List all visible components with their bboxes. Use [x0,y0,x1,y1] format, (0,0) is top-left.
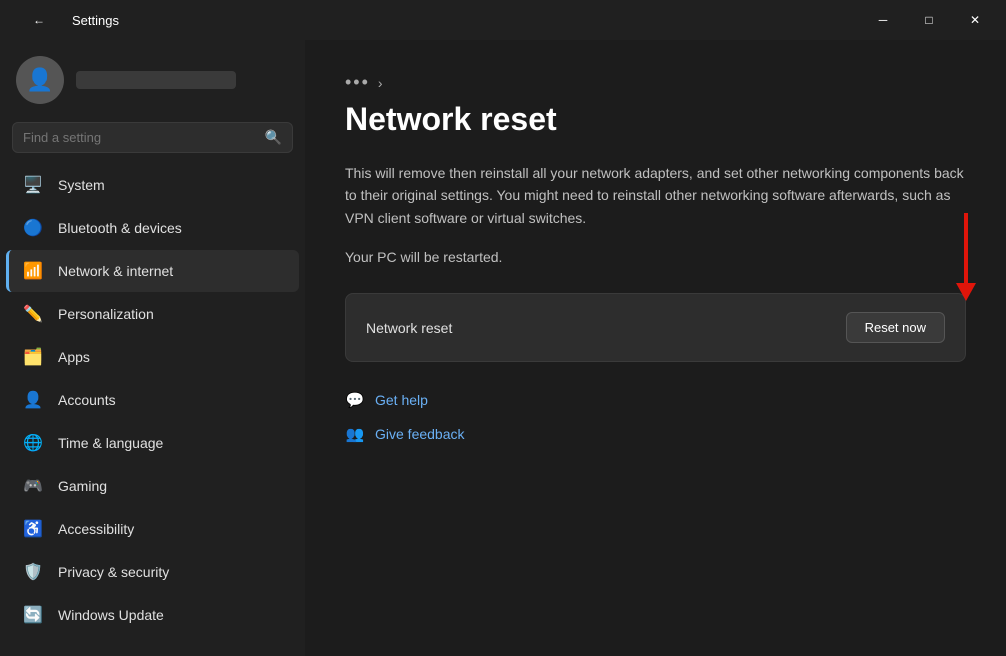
sidebar-item-gaming[interactable]: 🎮 Gaming [6,465,299,507]
give-feedback-label: Give feedback [375,426,465,442]
give-feedback-icon: 👥 [345,424,365,444]
network-icon: 📶 [22,260,44,282]
minimize-button[interactable]: ─ [860,4,906,36]
update-icon: 🔄 [22,604,44,626]
sidebar-item-privacy[interactable]: 🛡️ Privacy & security [6,551,299,593]
profile-area: 👤 [0,40,305,116]
system-icon: 🖥️ [22,174,44,196]
app-title: Settings [72,13,119,28]
breadcrumb: ••• › [345,72,966,93]
sidebar-nav: 🖥️ System 🔵 Bluetooth & devices 📶 Network & i… [0,163,305,637]
back-button[interactable]: ← [16,4,62,36]
arrow-line [964,213,968,283]
profile-name-redacted [76,71,236,89]
close-button[interactable]: ✕ [952,4,998,36]
restart-notice: Your PC will be restarted. [345,249,966,265]
personalization-icon: ✏️ [22,303,44,325]
sidebar-label-personalization: Personalization [58,306,154,322]
content-area: ••• › Network reset This will remove the… [305,40,1006,656]
sidebar-label-network: Network & internet [58,263,173,279]
breadcrumb-arrow: › [378,75,383,91]
sidebar-label-system: System [58,177,105,193]
sidebar-label-gaming: Gaming [58,478,107,494]
reset-card-label: Network reset [366,320,452,336]
avatar: 👤 [16,56,64,104]
sidebar-item-accounts[interactable]: 👤 Accounts [6,379,299,421]
time-icon: 🌐 [22,432,44,454]
sidebar: 👤 🔍 🖥️ System 🔵 Bluetooth & devices 📶 Network… [0,40,305,656]
page-title: Network reset [345,101,966,138]
sidebar-label-bluetooth: Bluetooth & devices [58,220,182,236]
maximize-button[interactable]: □ [906,4,952,36]
accounts-icon: 👤 [22,389,44,411]
breadcrumb-dots: ••• [345,72,370,93]
sidebar-label-privacy: Privacy & security [58,564,169,580]
reset-now-button[interactable]: Reset now [846,312,945,343]
sidebar-item-update[interactable]: 🔄 Windows Update [6,594,299,636]
get-help-icon: 💬 [345,390,365,410]
reset-section: Network reset Reset now [345,293,966,362]
sidebar-label-update: Windows Update [58,607,164,623]
sidebar-item-time[interactable]: 🌐 Time & language [6,422,299,464]
search-icon: 🔍 [265,129,282,146]
get-help-label: Get help [375,392,428,408]
search-box: 🔍 [12,122,293,153]
search-input[interactable] [23,130,257,145]
accessibility-icon: ♿ [22,518,44,540]
window-controls: ─ □ ✕ [860,4,998,36]
reset-card: Network reset Reset now [345,293,966,362]
sidebar-item-system[interactable]: 🖥️ System [6,164,299,206]
titlebar-left: ← Settings [16,4,119,36]
links-section: 💬 Get help 👥 Give feedback [345,390,966,444]
main-content: 👤 🔍 🖥️ System 🔵 Bluetooth & devices 📶 Network… [0,40,1006,656]
sidebar-label-accounts: Accounts [58,392,116,408]
sidebar-item-network[interactable]: 📶 Network & internet [6,250,299,292]
arrow-head [956,283,976,301]
sidebar-label-time: Time & language [58,435,163,451]
get-help-link[interactable]: 💬 Get help [345,390,966,410]
red-arrow-annotation [956,213,976,301]
sidebar-item-apps[interactable]: 🗂️ Apps [6,336,299,378]
gaming-icon: 🎮 [22,475,44,497]
apps-icon: 🗂️ [22,346,44,368]
sidebar-label-accessibility: Accessibility [58,521,134,537]
give-feedback-link[interactable]: 👥 Give feedback [345,424,966,444]
sidebar-item-bluetooth[interactable]: 🔵 Bluetooth & devices [6,207,299,249]
search-container: 🔍 [0,116,305,163]
bluetooth-icon: 🔵 [22,217,44,239]
sidebar-label-apps: Apps [58,349,90,365]
sidebar-item-accessibility[interactable]: ♿ Accessibility [6,508,299,550]
description-text: This will remove then reinstall all your… [345,162,966,229]
titlebar: ← Settings ─ □ ✕ [0,0,1006,40]
sidebar-item-personalization[interactable]: ✏️ Personalization [6,293,299,335]
privacy-icon: 🛡️ [22,561,44,583]
